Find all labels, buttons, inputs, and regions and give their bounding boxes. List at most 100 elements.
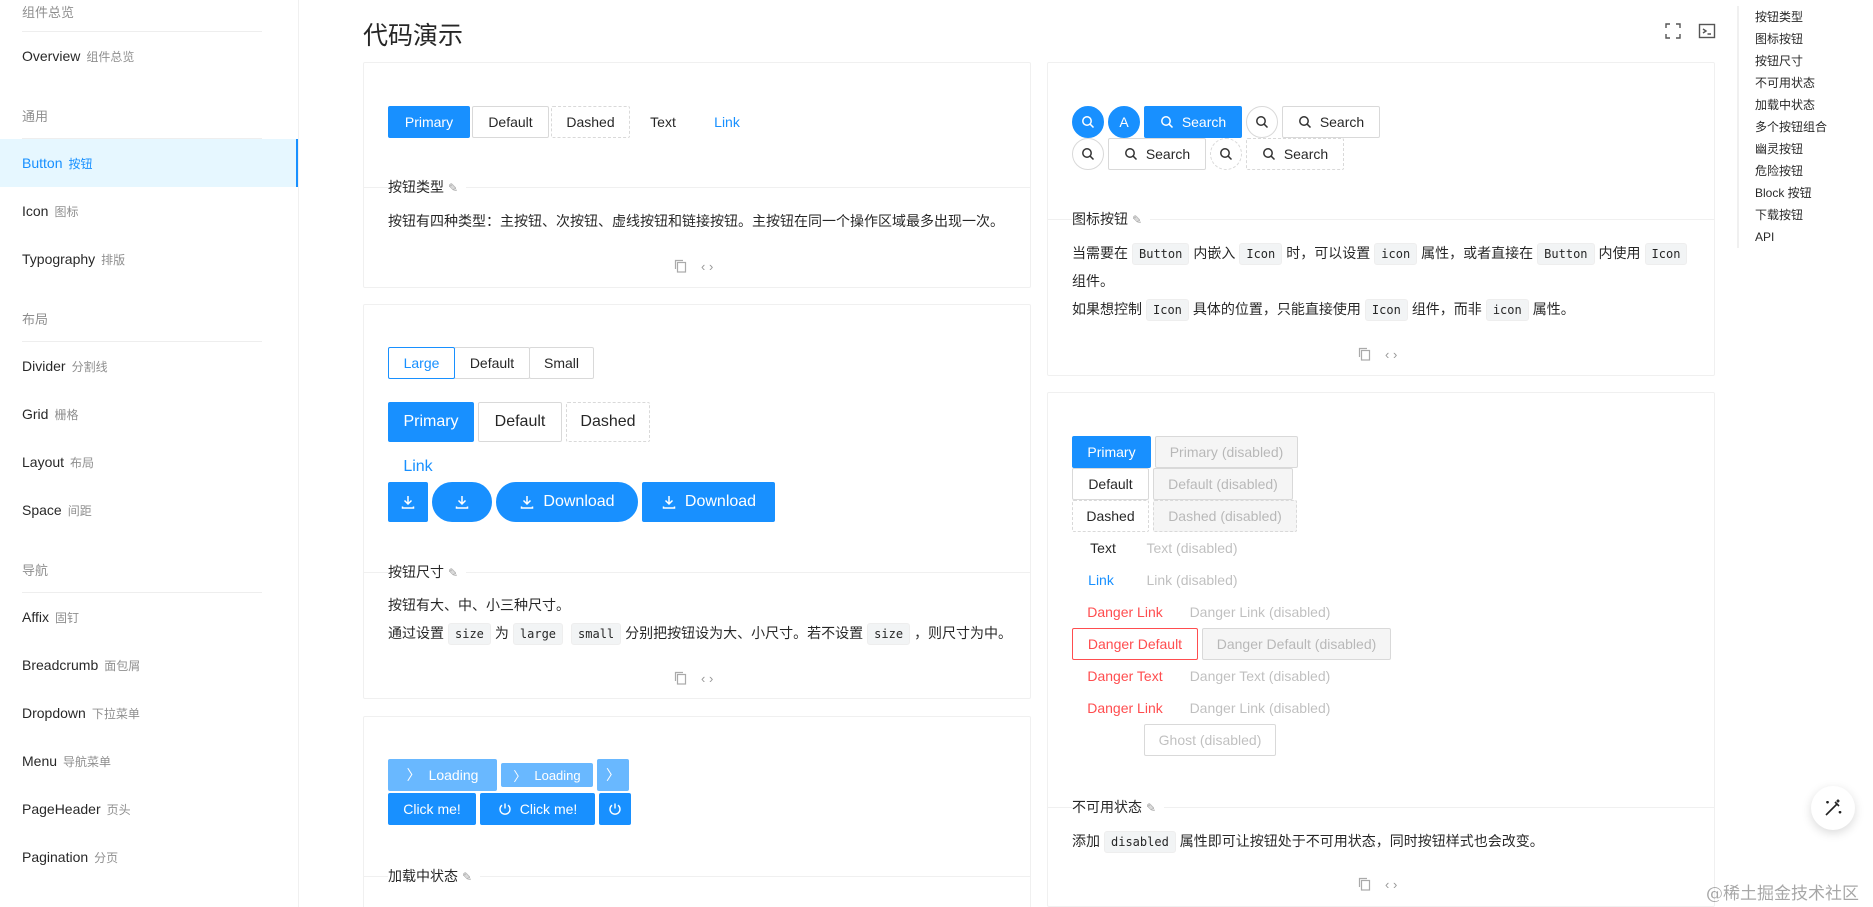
- search-outline-button[interactable]: Search: [1108, 138, 1206, 170]
- sidebar-item-dropdown[interactable]: Dropdown 下拉菜单: [0, 689, 298, 737]
- copy-icon[interactable]: [674, 259, 687, 276]
- code-expand-icon[interactable]: ‹ ›: [1385, 877, 1397, 894]
- anchor-link[interactable]: 危险按钮: [1755, 160, 1827, 182]
- sidebar-item-space[interactable]: Space 间距: [0, 486, 298, 534]
- copy-icon[interactable]: [1358, 347, 1371, 364]
- sidebar-item-pageheader[interactable]: PageHeader 页头: [0, 785, 298, 833]
- sidebar-item-label: Menu: [22, 753, 58, 769]
- text-segment: 时，可以设置: [1286, 245, 1371, 261]
- code-expand-icon[interactable]: ‹ ›: [701, 259, 713, 276]
- copy-icon[interactable]: [674, 671, 687, 688]
- anchor-link[interactable]: 按钮尺寸: [1755, 50, 1827, 72]
- button-label: Search: [1319, 114, 1365, 130]
- danger-default-button[interactable]: Danger Default: [1072, 628, 1198, 660]
- expand-icon[interactable]: [1664, 22, 1682, 40]
- large-default-button[interactable]: Default: [478, 402, 562, 442]
- sidebar-item-affix[interactable]: Affix 固钉: [0, 593, 298, 641]
- primary-button[interactable]: Primary: [388, 106, 470, 138]
- dashed-button[interactable]: Dashed: [551, 106, 630, 138]
- code-expand-icon[interactable]: ‹ ›: [1385, 347, 1397, 364]
- sidebar-item-typography[interactable]: Typography 排版: [0, 235, 298, 283]
- sidebar: 组件总览 Overview 组件总览 通用 Button 按钮 Icon 图标 Typ…: [0, 0, 299, 907]
- text-button[interactable]: Text: [1072, 532, 1134, 564]
- anchor-link[interactable]: 多个按钮组合: [1755, 116, 1827, 138]
- sidebar-item-overview[interactable]: Overview 组件总览: [0, 32, 298, 80]
- link-button[interactable]: Link: [696, 106, 758, 138]
- search-icon: [1124, 148, 1137, 161]
- sidebar-item-layout[interactable]: Layout 布局: [0, 438, 298, 486]
- search-icon: [1220, 148, 1233, 161]
- search-dashed-button[interactable]: Search: [1246, 138, 1344, 170]
- anchor-link[interactable]: 幽灵按钮: [1755, 138, 1827, 160]
- search-dashed-circle-button[interactable]: [1210, 138, 1242, 170]
- button-label: Search: [1145, 146, 1191, 162]
- search-default-button[interactable]: Search: [1282, 106, 1380, 138]
- download-icon: [662, 496, 676, 509]
- anchor-link[interactable]: 不可用状态: [1755, 72, 1827, 94]
- demo-actions: ‹ ›: [674, 671, 713, 688]
- download-round-button[interactable]: Download: [496, 482, 638, 522]
- inline-code: icon: [1374, 243, 1418, 265]
- letter-a-circle-button[interactable]: A: [1108, 106, 1140, 138]
- anchor-link[interactable]: 图标按钮: [1755, 28, 1827, 50]
- anchor-link[interactable]: 加载中状态: [1755, 94, 1827, 116]
- default-button[interactable]: Default: [472, 106, 549, 138]
- primary-button[interactable]: Primary: [1072, 436, 1151, 468]
- edit-icon[interactable]: ✎: [448, 181, 458, 195]
- copy-icon[interactable]: [1358, 877, 1371, 894]
- default-button[interactable]: Default: [1072, 468, 1149, 500]
- sidebar-item-label: Pagination: [22, 849, 89, 865]
- click-me-power-button[interactable]: Click me!: [480, 793, 595, 825]
- edit-icon[interactable]: ✎: [462, 870, 472, 884]
- sidebar-item-label: Button: [22, 155, 63, 171]
- ghost-disabled-button: Ghost (disabled): [1144, 724, 1276, 756]
- anchor-link[interactable]: 下载按钮: [1755, 204, 1827, 226]
- sidebar-item-breadcrumb[interactable]: Breadcrumb 面包屑: [0, 641, 298, 689]
- search-primary-button[interactable]: Search: [1144, 106, 1242, 138]
- magic-wand-float-button[interactable]: [1811, 786, 1855, 830]
- sidebar-group-general: 通用: [0, 80, 298, 139]
- text-button[interactable]: Text: [632, 106, 694, 138]
- sidebar-item-label: Breadcrumb: [22, 657, 99, 673]
- danger-link-button-2[interactable]: Danger Link: [1072, 692, 1178, 724]
- search-default-circle-button[interactable]: [1246, 106, 1278, 138]
- watermark: @稀土掘金技术社区: [1706, 884, 1859, 904]
- primary-disabled-button: Primary (disabled): [1155, 436, 1298, 468]
- size-radio-default[interactable]: Default: [454, 347, 530, 379]
- code-terminal-icon[interactable]: [1698, 22, 1716, 40]
- sidebar-item-menu[interactable]: Menu 导航菜单: [0, 737, 298, 785]
- sidebar-item-icon[interactable]: Icon 图标: [0, 187, 298, 235]
- edit-icon[interactable]: ✎: [1132, 213, 1142, 227]
- sidebar-item-grid[interactable]: Grid 栅格: [0, 390, 298, 438]
- link-button[interactable]: Link: [1072, 564, 1130, 596]
- sidebar-item-divider[interactable]: Divider 分割线: [0, 342, 298, 390]
- large-link-button[interactable]: Link: [388, 447, 448, 487]
- edit-icon[interactable]: ✎: [448, 566, 458, 580]
- size-radio-small[interactable]: Small: [529, 347, 594, 379]
- danger-link-button[interactable]: Danger Link: [1072, 596, 1178, 628]
- large-dashed-button[interactable]: Dashed: [566, 402, 650, 442]
- edit-icon[interactable]: ✎: [1146, 801, 1156, 815]
- download-circle-button[interactable]: [432, 482, 492, 522]
- demo-title: 按钮尺寸 ✎: [388, 562, 467, 582]
- code-expand-icon[interactable]: ‹ ›: [701, 671, 713, 688]
- size-radio-large[interactable]: Large: [388, 347, 455, 379]
- danger-text-button[interactable]: Danger Text: [1072, 660, 1178, 692]
- search-outline-circle-button[interactable]: [1072, 138, 1104, 170]
- download-button[interactable]: Download: [642, 482, 775, 522]
- anchor-nav: 按钮类型 图标按钮 按钮尺寸 不可用状态 加载中状态 多个按钮组合 幽灵按钮 危…: [1737, 6, 1827, 248]
- dashed-button[interactable]: Dashed: [1072, 500, 1149, 532]
- sidebar-group-overview: 组件总览: [0, 0, 298, 32]
- download-square-button[interactable]: [388, 482, 428, 522]
- inline-code: disabled: [1104, 831, 1176, 853]
- sidebar-item-pagination[interactable]: Pagination 分页: [0, 833, 298, 881]
- sidebar-item-button[interactable]: Button 按钮: [0, 139, 298, 187]
- large-primary-button[interactable]: Primary: [388, 402, 474, 442]
- search-circle-button[interactable]: [1072, 106, 1104, 138]
- power-icon-button[interactable]: [599, 793, 631, 825]
- anchor-link[interactable]: 按钮类型: [1755, 6, 1827, 28]
- anchor-link[interactable]: Block 按钮: [1755, 182, 1827, 204]
- danger-link-disabled-button: Danger Link (disabled): [1182, 596, 1338, 628]
- click-me-button[interactable]: Click me!: [388, 793, 476, 825]
- anchor-link[interactable]: API: [1755, 226, 1827, 248]
